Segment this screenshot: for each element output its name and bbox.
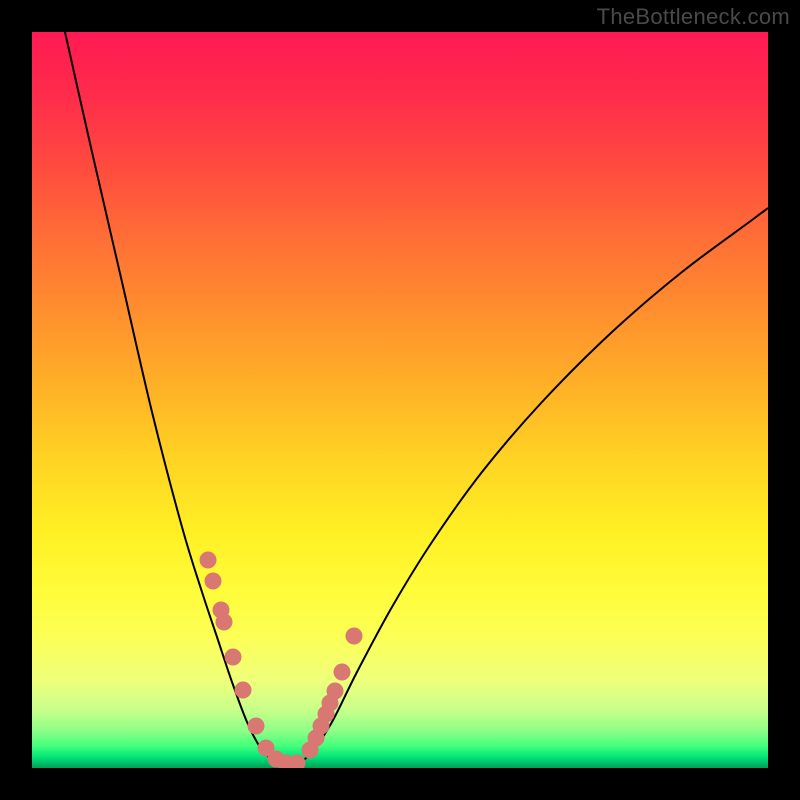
- bead-marker: [327, 683, 344, 700]
- bead-marker: [334, 664, 351, 681]
- curves-layer: [32, 32, 768, 768]
- bead-marker: [235, 682, 252, 699]
- chart-frame: TheBottleneck.com: [0, 0, 800, 800]
- bead-marker: [216, 614, 233, 631]
- plot-area: [32, 32, 768, 768]
- left-curve: [65, 32, 282, 765]
- bead-marker: [205, 573, 222, 590]
- watermark-text: TheBottleneck.com: [597, 4, 790, 30]
- bead-marker: [200, 552, 217, 569]
- bead-marker: [225, 649, 242, 666]
- right-curve: [297, 208, 768, 765]
- bead-marker: [346, 628, 363, 645]
- bead-marker: [248, 718, 265, 735]
